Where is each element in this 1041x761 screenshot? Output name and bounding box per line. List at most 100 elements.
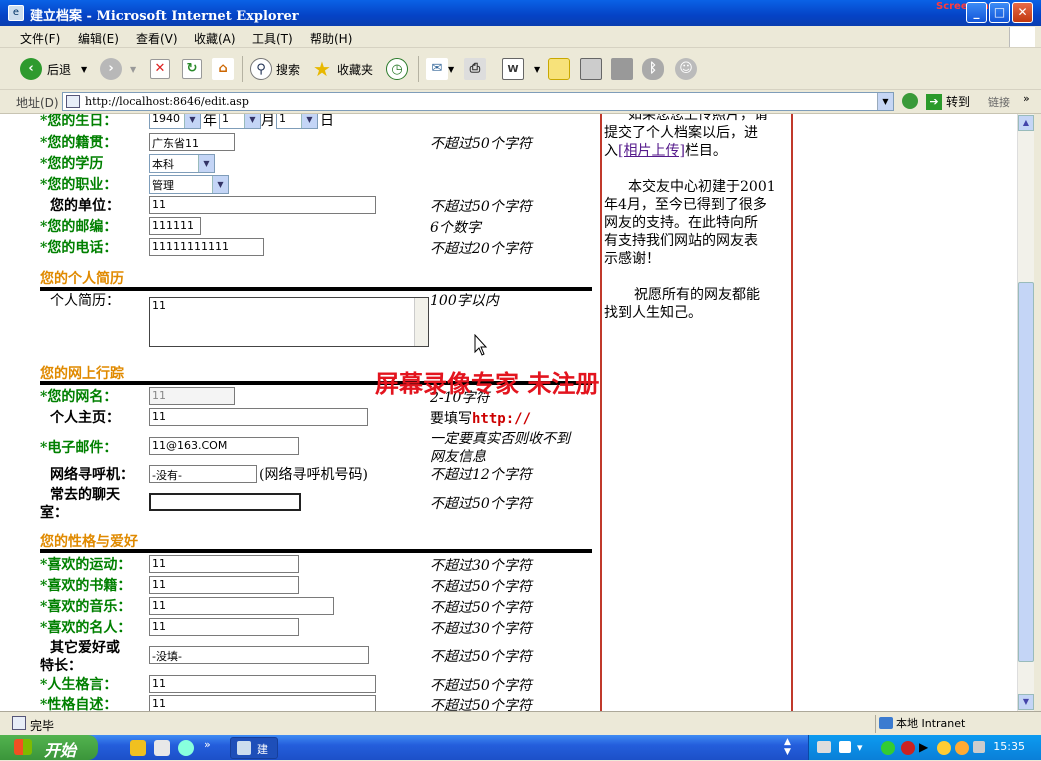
photo-upload-link[interactable]: [相片上传] — [618, 143, 685, 159]
page-icon — [66, 95, 80, 108]
menu-edit[interactable]: 编辑(E) — [78, 30, 119, 47]
nickname-input[interactable]: 11 — [149, 387, 235, 405]
qq-icon[interactable] — [955, 741, 969, 755]
tray-app-icon[interactable] — [901, 741, 915, 755]
chevron-down-icon[interactable]: ▼ — [448, 65, 454, 74]
email-input[interactable]: 11@163.COM — [149, 437, 299, 455]
home-button[interactable]: ⌂ — [212, 56, 234, 82]
menu-help[interactable]: 帮助(H) — [310, 30, 352, 47]
address-label: 地址(D) — [16, 96, 59, 110]
go-button[interactable]: ➔ 转到 — [926, 93, 970, 110]
birth-day-select[interactable]: 1 ▼ — [276, 114, 318, 129]
chevron-down-icon[interactable]: ▼ — [198, 155, 214, 172]
textarea-scrollbar[interactable] — [414, 298, 428, 346]
books-input[interactable]: 11 — [149, 576, 299, 594]
favorites-label: 收藏夹 — [337, 62, 374, 77]
start-button[interactable]: 开始 — [0, 735, 98, 760]
quicklaunch-icon[interactable] — [154, 740, 170, 756]
quicklaunch-icon[interactable] — [130, 740, 146, 756]
company-input[interactable]: 11 — [149, 196, 376, 214]
speaker-icon[interactable] — [973, 741, 985, 753]
other-input[interactable]: -没填- — [149, 646, 369, 664]
menu-tools[interactable]: 工具(T) — [252, 30, 293, 47]
refresh-button[interactable]: ↻ — [182, 56, 202, 82]
company-row: 您的单位： 11 不超过50个字符 — [12, 195, 602, 217]
search-button[interactable]: ⚲ 搜索 — [250, 56, 300, 82]
chatroom-input[interactable] — [149, 493, 301, 511]
side-text-line: 网友的支持。在此特向所 — [604, 215, 758, 231]
messenger-icon: ☺ — [675, 58, 697, 80]
homepage-input[interactable]: 11 — [149, 408, 368, 426]
maximize-button[interactable]: □ — [989, 2, 1010, 23]
hometown-input[interactable]: 广东省11 — [149, 133, 235, 151]
motto-input[interactable]: 11 — [149, 675, 376, 693]
close-button[interactable]: ✕ — [1012, 2, 1033, 23]
stop-icon: ✕ — [150, 59, 170, 79]
research-button[interactable] — [580, 56, 602, 82]
chevron-down-icon[interactable]: ▼ — [81, 65, 87, 74]
messenger-button[interactable]: ☺ — [675, 56, 697, 82]
page-scrollbar[interactable]: ▲ ▼ — [1017, 114, 1034, 711]
menu-favorites[interactable]: 收藏(A) — [194, 30, 236, 47]
phone-input[interactable]: 11111111111 — [149, 238, 264, 256]
chevron-right-icon[interactable]: » — [204, 738, 211, 751]
history-button[interactable]: ◷ — [386, 56, 408, 82]
zip-input[interactable]: 111111 — [149, 217, 201, 235]
minimize-button[interactable]: _ — [966, 2, 987, 23]
menu-view[interactable]: 查看(V) — [136, 30, 178, 47]
birth-day-value: 1 — [279, 114, 286, 125]
print-button[interactable]: ⎙ — [464, 56, 486, 82]
taskbar-scroll-arrows[interactable]: ▲ ▼ — [784, 737, 791, 757]
clock[interactable]: 15:35 — [993, 740, 1025, 753]
chevron-down-icon[interactable]: ▼ — [534, 65, 540, 74]
scroll-down-arrow-icon[interactable]: ▼ — [1018, 694, 1034, 710]
chevron-right-icon[interactable]: » — [1023, 92, 1030, 105]
menu-file[interactable]: 文件(F) — [20, 30, 60, 47]
discuss-button[interactable] — [548, 56, 570, 82]
links-label[interactable]: 链接 — [988, 94, 1010, 110]
book-button[interactable] — [611, 56, 633, 82]
chevron-down-icon[interactable]: ▾ — [857, 741, 863, 754]
email-label: *电子邮件： — [40, 440, 118, 456]
keyboard-icon[interactable] — [817, 741, 831, 753]
job-label: *您的职业： — [40, 177, 118, 193]
help-icon[interactable] — [839, 741, 851, 753]
birth-year-select[interactable]: 1940 ▼ — [149, 114, 201, 129]
music-input[interactable]: 11 — [149, 597, 334, 615]
chevron-down-icon[interactable]: ▼ — [877, 93, 893, 110]
scroll-up-arrow-icon[interactable]: ▲ — [1018, 115, 1034, 131]
resume-textarea[interactable]: 11 — [149, 297, 429, 347]
education-select[interactable]: 本科 ▼ — [149, 154, 215, 173]
tray-app-icon[interactable] — [881, 741, 895, 755]
pager-input[interactable]: -没有- — [149, 465, 257, 483]
chevron-down-icon[interactable]: ▼ — [130, 65, 136, 74]
quicklaunch-icon[interactable] — [178, 740, 194, 756]
favorites-button[interactable]: ★ 收藏夹 — [311, 56, 373, 82]
birth-month-select[interactable]: 1 ▼ — [219, 114, 261, 129]
chevron-down-icon[interactable]: ▼ — [184, 114, 200, 128]
page-done-icon — [12, 716, 26, 730]
pager-row: 网络寻呼机： -没有- (网络寻呼机号码) 不超过12个字符 — [12, 464, 602, 486]
taskbar-item-ie[interactable]: 建 — [230, 737, 278, 759]
self-input[interactable]: 11 — [149, 695, 376, 711]
bluetooth-button[interactable]: ᛒ — [642, 56, 664, 82]
stop-button[interactable]: ✕ — [150, 56, 170, 82]
windows-logo-icon — [1009, 27, 1035, 47]
chevron-down-icon[interactable]: ▼ — [244, 114, 260, 128]
forward-button[interactable]: › ▼ — [100, 56, 136, 82]
address-input[interactable]: http://localhost:8646/edit.asp ▼ — [62, 92, 894, 111]
chatroom-label-line1: 常去的聊天 — [50, 487, 120, 503]
celebrity-input[interactable]: 11 — [149, 618, 299, 636]
play-icon[interactable]: ▶ — [919, 740, 928, 754]
edit-button[interactable]: W ▼ — [502, 56, 540, 82]
sports-input[interactable]: 11 — [149, 555, 299, 573]
mail-button[interactable]: ✉ ▼ — [426, 56, 454, 82]
back-button[interactable]: ‹ 后退 ▼ — [20, 56, 87, 82]
qq-icon[interactable] — [937, 741, 951, 755]
job-select[interactable]: 管理 ▼ — [149, 175, 229, 194]
chevron-down-icon[interactable]: ▼ — [301, 114, 317, 128]
chevron-down-icon[interactable]: ▼ — [212, 176, 228, 193]
education-label: *您的学历 — [40, 156, 104, 172]
scrollbar-thumb[interactable] — [1018, 282, 1034, 662]
home-icon: ⌂ — [212, 58, 234, 80]
